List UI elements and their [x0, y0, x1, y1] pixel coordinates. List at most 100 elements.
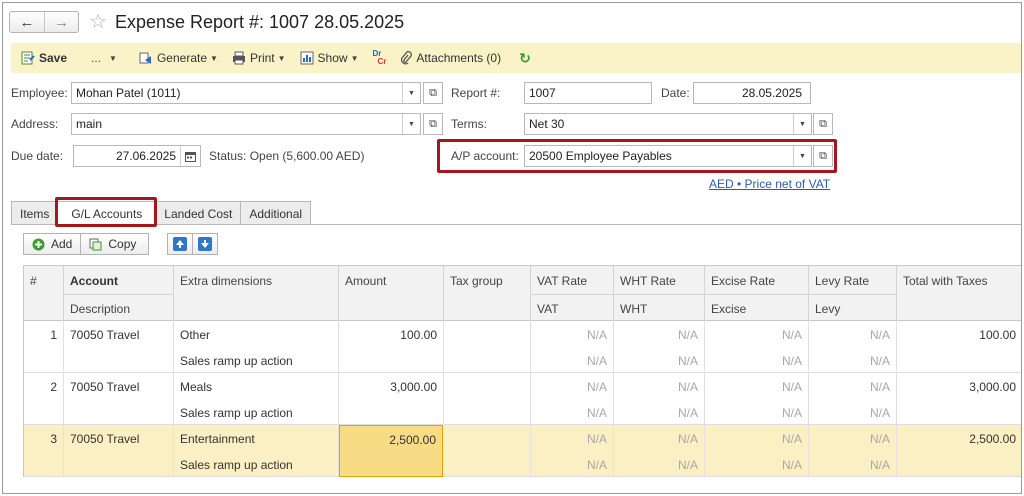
copy-button[interactable]: Copy [81, 233, 150, 255]
row-number: 3 [50, 432, 57, 446]
levy-cell: N/A [869, 354, 890, 368]
forward-button[interactable]: → [44, 12, 78, 32]
open-terms-button[interactable]: ⧉ [813, 113, 833, 135]
levy-rate-cell: N/A [869, 380, 890, 394]
col-excise[interactable]: Excise Rate Excise [705, 266, 809, 321]
account-cell[interactable]: 70050 Travel [70, 432, 139, 446]
tab-divider [11, 224, 1021, 225]
currency-price-link[interactable]: AED • Price net of VAT [709, 177, 830, 191]
status-text: Status: Open (5,600.00 AED) [209, 149, 364, 163]
arrow-right-icon: → [54, 13, 69, 31]
title-bar: ← → ☆ Expense Report #: 1007 28.05.2025 [9, 9, 404, 35]
col-amount[interactable]: Amount [339, 266, 444, 321]
save-icon [21, 51, 35, 65]
col-tax-group[interactable]: Tax group [444, 266, 531, 321]
amount-cell[interactable]: 3,000.00 [390, 380, 437, 394]
chevron-down-icon[interactable]: ▼ [793, 146, 811, 166]
col-description-label: Description [70, 302, 131, 316]
table-header: # Account Description Extra dimensions A… [24, 265, 1021, 321]
arrow-left-icon: ← [19, 13, 35, 31]
print-button[interactable]: Print ▼ [232, 51, 286, 65]
extra-dimension-cell[interactable]: Meals [180, 380, 212, 394]
employee-field[interactable]: Mohan Patel (1011) ▼ [71, 82, 421, 104]
move-up-button[interactable] [167, 233, 194, 255]
chevron-down-icon: ▼ [350, 53, 359, 63]
more-label: ... [91, 51, 102, 65]
terms-value: Net 30 [529, 117, 565, 131]
col-extra-dimensions[interactable]: Extra dimensions [174, 266, 339, 321]
col-vat[interactable]: VAT Rate VAT [531, 266, 614, 321]
terms-label: Terms: [451, 117, 487, 131]
date-label: Date: [661, 86, 690, 100]
generate-icon [139, 51, 153, 65]
table-row[interactable]: 1 70050 Travel Other Sales ramp up actio… [24, 321, 1021, 373]
tax-group-cell[interactable] [444, 425, 531, 477]
levy-cell: N/A [869, 458, 890, 472]
date-field[interactable]: 28.05.2025 [693, 82, 811, 104]
col-vat-label: VAT [537, 302, 559, 316]
tab-additional[interactable]: Additional [240, 201, 312, 225]
extra-dimension-action-cell[interactable]: Sales ramp up action [180, 406, 293, 420]
tax-group-cell[interactable] [444, 373, 531, 425]
tax-group-cell[interactable] [444, 321, 531, 373]
col-total-with-taxes[interactable]: Total with Taxes [897, 266, 1021, 321]
save-button[interactable]: Save [21, 51, 67, 65]
extra-dimension-action-cell[interactable]: Sales ramp up action [180, 458, 293, 472]
address-field[interactable]: main ▼ [71, 113, 421, 135]
chevron-down-icon: ▼ [210, 53, 218, 63]
employee-value: Mohan Patel (1011) [76, 86, 181, 100]
dr-cr-button[interactable]: Dr Cr [373, 50, 387, 66]
terms-field[interactable]: Net 30 ▼ [524, 113, 812, 135]
extra-dimension-action-cell[interactable]: Sales ramp up action [180, 354, 293, 368]
col-number[interactable]: # [24, 266, 64, 321]
gl-accounts-highlight [55, 197, 157, 227]
copy-label: Copy [108, 237, 137, 251]
row-number: 2 [50, 380, 57, 394]
status-label: Status: [209, 149, 247, 163]
ap-account-field[interactable]: 20500 Employee Payables ▼ [524, 145, 812, 167]
row-number: 1 [50, 328, 57, 342]
account-cell[interactable]: 70050 Travel [70, 380, 139, 394]
gl-accounts-table: # Account Description Extra dimensions A… [23, 265, 1021, 477]
due-date-field[interactable]: 27.06.2025 [73, 145, 201, 167]
open-ap-account-button[interactable]: ⧉ [813, 145, 833, 167]
more-actions-button[interactable]: ... ▼ [91, 51, 117, 65]
col-amount-label: Amount [345, 274, 387, 288]
extra-dimension-cell[interactable]: Entertainment [180, 432, 255, 446]
chevron-down-icon[interactable]: ▼ [402, 83, 420, 103]
excise-cell: N/A [781, 458, 802, 472]
open-address-button[interactable]: ⧉ [423, 113, 443, 135]
generate-button[interactable]: Generate ▼ [139, 51, 218, 65]
show-label: Show [317, 51, 348, 65]
col-wht-label: WHT [620, 302, 648, 316]
col-wht[interactable]: WHT Rate WHT [614, 266, 705, 321]
col-levy[interactable]: Levy Rate Levy [809, 266, 897, 321]
refresh-icon[interactable]: ↻ [519, 50, 531, 67]
amount-cell-active[interactable]: 2,500.00 [339, 425, 443, 477]
chevron-down-icon[interactable]: ▼ [793, 114, 811, 134]
extra-dimension-cell[interactable]: Other [180, 328, 210, 342]
excise-rate-cell: N/A [781, 380, 802, 394]
show-button[interactable]: Show ▼ [300, 51, 359, 65]
tab-landed-cost[interactable]: Landed Cost [155, 201, 242, 225]
tab-items[interactable]: Items [11, 201, 59, 225]
attachments-button[interactable]: Attachments (0) [400, 51, 501, 65]
report-number-field[interactable]: 1007 [524, 82, 652, 104]
table-row[interactable]: 2 70050 Travel Meals Sales ramp up actio… [24, 373, 1021, 425]
amount-cell[interactable]: 100.00 [400, 328, 437, 342]
amount-value: 2,500.00 [389, 433, 436, 447]
move-down-button[interactable] [193, 233, 219, 255]
back-button[interactable]: ← [10, 12, 44, 32]
star-icon[interactable]: ☆ [89, 12, 107, 32]
table-row-selected[interactable]: 3 70050 Travel Entertainment Sales ramp … [24, 425, 1021, 477]
date-value: 28.05.2025 [741, 86, 802, 100]
col-vat-rate-label: VAT Rate [537, 274, 588, 288]
calendar-icon[interactable] [180, 146, 200, 166]
address-label: Address: [11, 117, 59, 131]
chevron-down-icon[interactable]: ▼ [402, 114, 420, 134]
account-cell[interactable]: 70050 Travel [70, 328, 139, 342]
add-button[interactable]: Add [23, 233, 82, 255]
vat-rate-cell: N/A [586, 380, 607, 394]
col-account[interactable]: Account Description [64, 266, 174, 321]
open-employee-button[interactable]: ⧉ [423, 82, 443, 104]
